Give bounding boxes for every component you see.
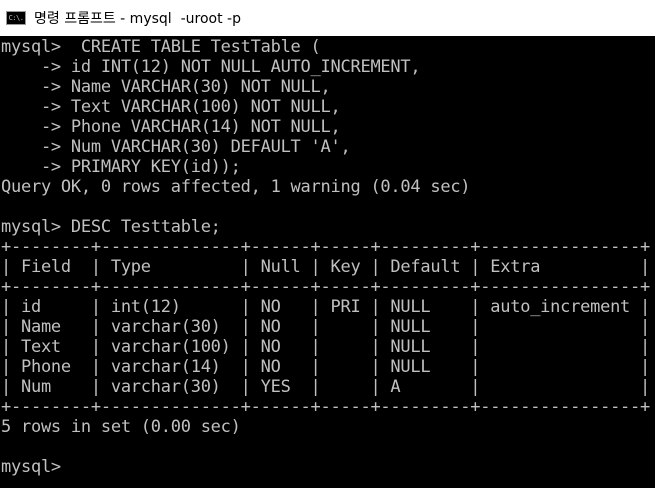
console-line: -> PRIMARY KEY(id)); bbox=[1, 157, 241, 177]
console-line: -> Num VARCHAR(30) DEFAULT 'A', bbox=[1, 137, 351, 157]
console-line: mysql> DESC Testtable; bbox=[1, 217, 221, 237]
console-line: | Num | varchar(30) | YES | | A | | bbox=[1, 377, 651, 397]
console-line: | Name | varchar(30) | NO | | NULL | | bbox=[1, 317, 651, 337]
console-line: mysql> CREATE TABLE TestTable ( bbox=[1, 37, 321, 57]
console-line: -> id INT(12) NOT NULL AUTO_INCREMENT, bbox=[1, 57, 421, 77]
window-title: 명령 프롬프트 - mysql -uroot -p bbox=[34, 11, 241, 27]
title-bar[interactable]: C:\. 명령 프롬프트 - mysql -uroot -p bbox=[0, 0, 655, 36]
console-line: +--------+--------------+------+-----+--… bbox=[1, 397, 651, 417]
console-line: -> Text VARCHAR(100) NOT NULL, bbox=[1, 97, 341, 117]
console-line: +--------+--------------+------+-----+--… bbox=[1, 237, 651, 257]
console-line: | id | int(12) | NO | PRI | NULL | auto_… bbox=[1, 297, 651, 317]
console-output[interactable]: mysql> CREATE TABLE TestTable ( -> id IN… bbox=[0, 36, 655, 488]
console-line: 5 rows in set (0.00 sec) bbox=[1, 417, 241, 437]
console-text: mysql> CREATE TABLE TestTable ( -> id IN… bbox=[1, 37, 650, 477]
console-line: | Field | Type | Null | Key | Default | … bbox=[1, 257, 651, 277]
cmd-icon-label: C:\. bbox=[8, 13, 24, 22]
command-prompt-window: C:\. 명령 프롬프트 - mysql -uroot -p mysql> CR… bbox=[0, 0, 655, 488]
console-line: +--------+--------------+------+-----+--… bbox=[1, 277, 651, 297]
console-line: -> Name VARCHAR(30) NOT NULL, bbox=[1, 77, 331, 97]
cmd-console-icon: C:\. bbox=[6, 11, 26, 25]
console-line: Query OK, 0 rows affected, 1 warning (0.… bbox=[1, 177, 471, 197]
console-line: mysql> bbox=[1, 457, 61, 477]
console-line: | Phone | varchar(14) | NO | | NULL | | bbox=[1, 357, 651, 377]
console-line: | Text | varchar(100) | NO | | NULL | | bbox=[1, 337, 651, 357]
console-line: -> Phone VARCHAR(14) NOT NULL, bbox=[1, 117, 341, 137]
